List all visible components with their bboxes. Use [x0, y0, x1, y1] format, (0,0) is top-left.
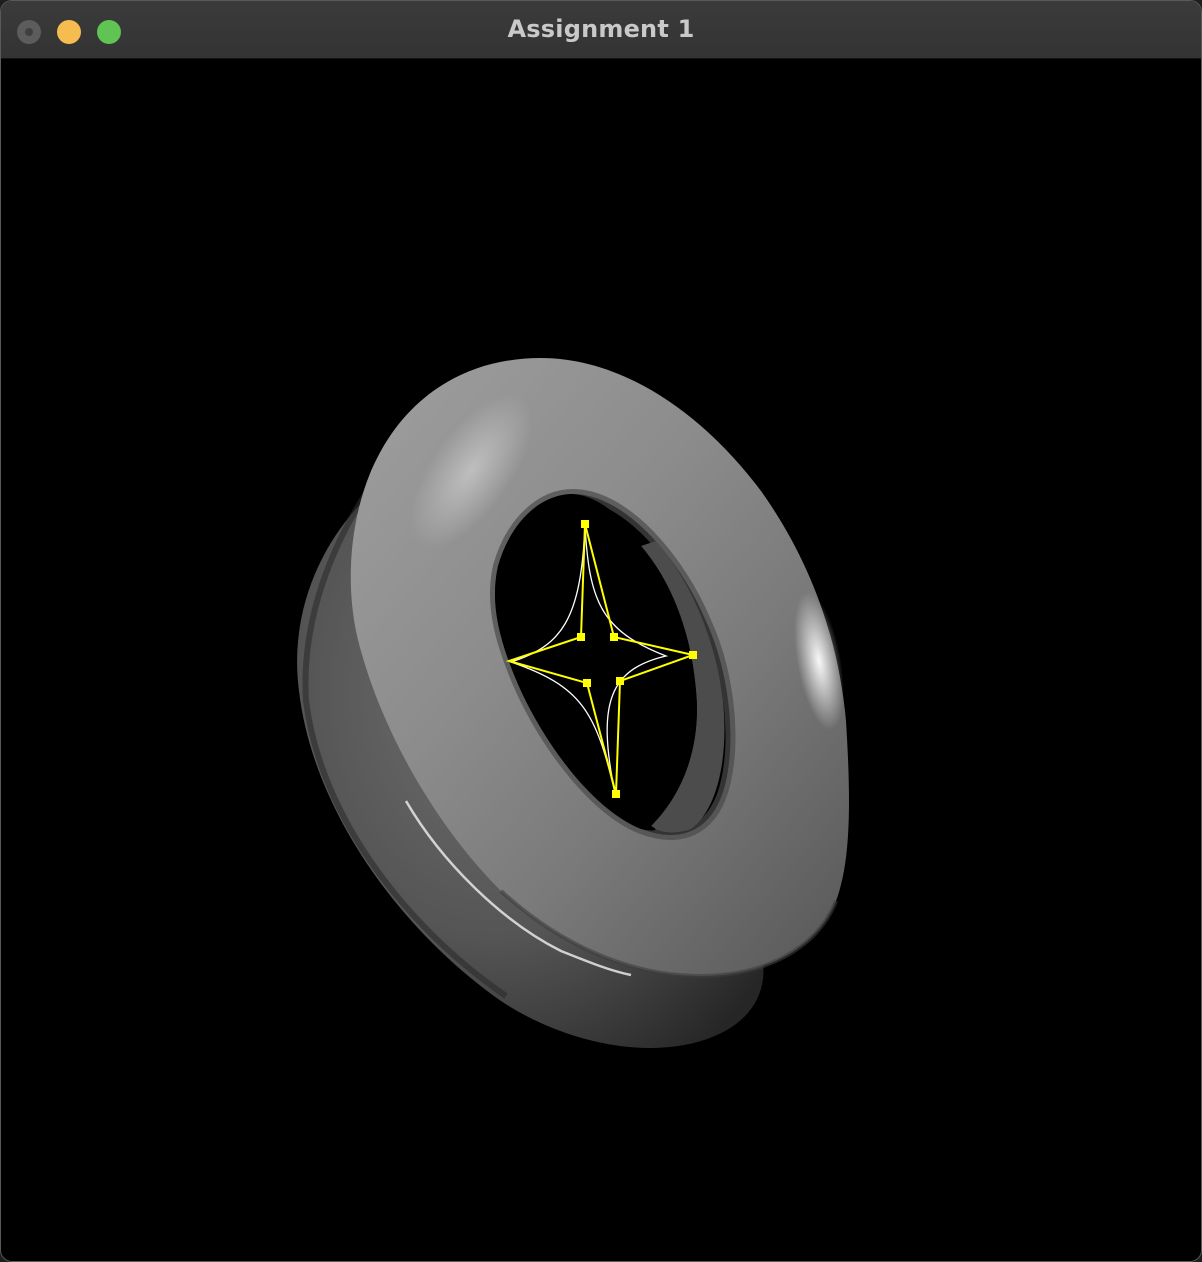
maximize-icon[interactable] — [97, 20, 121, 44]
window-title: Assignment 1 — [507, 15, 695, 43]
control-point[interactable] — [616, 677, 624, 685]
control-point[interactable] — [610, 633, 618, 641]
minimize-icon[interactable] — [57, 20, 81, 44]
opengl-viewport[interactable] — [1, 59, 1201, 1261]
control-point[interactable] — [612, 790, 620, 798]
control-point[interactable] — [581, 520, 589, 528]
control-point[interactable] — [577, 633, 585, 641]
control-point[interactable] — [583, 679, 591, 687]
control-point[interactable] — [689, 651, 697, 659]
title-bar[interactable]: Assignment 1 — [1, 1, 1201, 59]
app-window: Assignment 1 — [0, 0, 1202, 1262]
scene-canvas — [297, 358, 849, 1048]
close-icon[interactable] — [17, 20, 41, 44]
